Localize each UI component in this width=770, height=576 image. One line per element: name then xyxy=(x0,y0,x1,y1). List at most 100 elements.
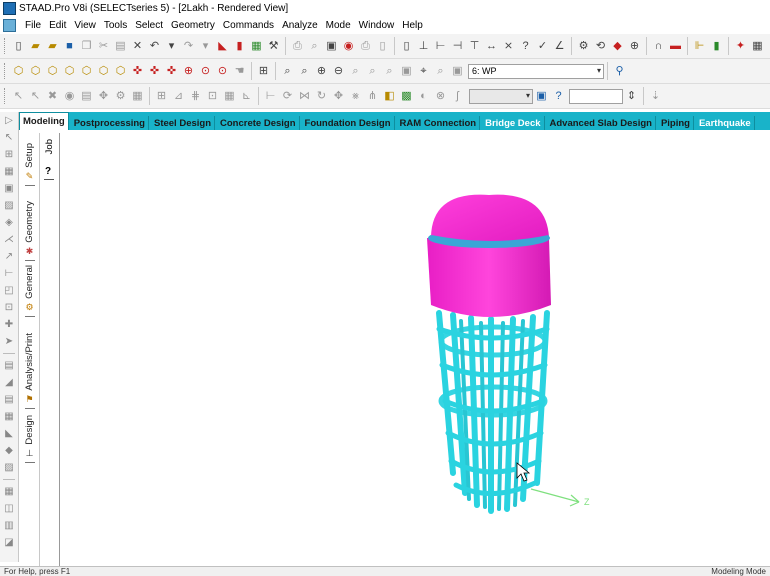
delete-load-icon[interactable]: ▮ xyxy=(232,39,247,54)
beam-icon[interactable]: ⊥ xyxy=(416,39,431,54)
right-view-icon[interactable]: ⬡ xyxy=(79,64,94,79)
result-select-icon[interactable]: ▨ xyxy=(3,461,16,474)
iso-view-icon[interactable]: ⬡ xyxy=(11,64,26,79)
tab-postprocessing[interactable]: Postprocessing xyxy=(71,116,149,130)
open-folder-icon[interactable]: ▰ xyxy=(45,39,60,54)
toolbar-grip[interactable] xyxy=(4,63,7,79)
tab-foundation-design[interactable]: Foundation Design xyxy=(302,116,395,130)
scale-icon[interactable]: ⊩ xyxy=(692,39,707,54)
scale-input[interactable] xyxy=(569,88,623,104)
tab-earthquake[interactable]: Earthquake xyxy=(696,116,755,130)
menu-edit[interactable]: Edit xyxy=(45,20,70,31)
top-view-icon[interactable]: ⬡ xyxy=(96,64,111,79)
nodes-select-icon[interactable]: ▤ xyxy=(3,359,16,372)
structure-wizard-icon[interactable]: ⚙ xyxy=(576,39,591,54)
toolbar-grip[interactable] xyxy=(4,38,7,54)
view-4-icon[interactable]: ◪ xyxy=(3,536,16,549)
plate-select-icon[interactable]: ▤ xyxy=(3,393,16,406)
open-file-icon[interactable]: ▰ xyxy=(28,39,43,54)
nodes-icon[interactable]: ⊞ xyxy=(3,148,16,161)
down-arrow-icon[interactable]: ⇣ xyxy=(648,89,663,104)
property-icon[interactable]: ◧ xyxy=(382,89,397,104)
view-2-icon[interactable]: ◫ xyxy=(3,502,16,515)
print-window-icon[interactable]: ⎙ xyxy=(358,39,373,54)
rotate-left-icon[interactable]: ✜ xyxy=(164,64,179,79)
load-select-icon[interactable]: ◣ xyxy=(3,427,16,440)
job-tab-label[interactable]: Job xyxy=(44,139,55,154)
select-icon[interactable]: ▷ xyxy=(3,114,16,127)
undo-list-icon[interactable]: ▾ xyxy=(164,39,179,54)
report-icon[interactable]: ▣ xyxy=(324,39,339,54)
menu-file[interactable]: File xyxy=(21,20,45,31)
insert-node-icon[interactable]: ⊾ xyxy=(239,89,254,104)
redo-icon[interactable]: ↷ xyxy=(181,39,196,54)
design-select-icon[interactable]: ◆ xyxy=(3,444,16,457)
document-icon[interactable] xyxy=(3,19,16,32)
magnify-icon[interactable]: ⌖ xyxy=(416,64,431,79)
beams-icon[interactable]: ▦ xyxy=(3,165,16,178)
page-setup-icon[interactable]: ▯ xyxy=(399,39,414,54)
help-context-icon[interactable]: ✦ xyxy=(733,39,748,54)
mirror-icon[interactable]: ⋈ xyxy=(297,89,312,104)
rotate-down-icon[interactable]: ✜ xyxy=(147,64,162,79)
tab-advanced-slab-design[interactable]: Advanced Slab Design xyxy=(547,116,656,130)
solids-cursor-icon[interactable]: ✥ xyxy=(96,89,111,104)
redo-list-icon[interactable]: ▾ xyxy=(198,39,213,54)
side-tab-analysis-print[interactable]: Analysis/Print ⚑ xyxy=(20,333,39,409)
run-analysis-icon[interactable]: ▮ xyxy=(709,39,724,54)
edit-load-icon[interactable]: ▣ xyxy=(534,89,549,104)
side-tab-general[interactable]: General ⚙ xyxy=(20,265,39,317)
tab-concrete-design[interactable]: Concrete Design xyxy=(217,116,300,130)
tab-piping[interactable]: Piping xyxy=(658,116,694,130)
beam-select-icon[interactable]: ◢ xyxy=(3,376,16,389)
tab-bridge-deck[interactable]: Bridge Deck xyxy=(482,116,545,130)
dimension-icon[interactable]: ↔ xyxy=(484,39,499,54)
hammer-icon[interactable]: ⚒ xyxy=(266,39,281,54)
spin-left-icon[interactable]: ⊙ xyxy=(198,64,213,79)
property-select-icon[interactable]: ▦ xyxy=(3,410,16,423)
side-tab-design[interactable]: Design ⊥ xyxy=(20,415,39,463)
load-geom-icon[interactable]: ⊗ xyxy=(433,89,448,104)
copy-icon[interactable]: ❐ xyxy=(79,39,94,54)
group-icon[interactable]: ◰ xyxy=(3,284,16,297)
menu-tools[interactable]: Tools xyxy=(100,20,131,31)
label-icon[interactable]: ʃ xyxy=(450,89,465,104)
help-icon[interactable]: ? xyxy=(551,89,566,104)
spec-icon[interactable]: ▩ xyxy=(399,89,414,104)
view-3-icon[interactable]: ▥ xyxy=(3,519,16,532)
help-icon[interactable]: ? xyxy=(45,166,51,177)
mesh-icon[interactable]: ⊡ xyxy=(3,301,16,314)
solids-icon[interactable]: ▨ xyxy=(3,199,16,212)
menu-commands[interactable]: Commands xyxy=(219,20,278,31)
workplane-select[interactable]: 6: WP ▾ xyxy=(468,63,604,79)
pointer-icon[interactable]: ↖ xyxy=(3,131,16,144)
structure-icon[interactable]: ▦ xyxy=(249,39,264,54)
rendered-view[interactable]: Z xyxy=(61,133,770,566)
tab-ram-connection[interactable]: RAM Connection xyxy=(397,116,481,130)
zoom-in-icon[interactable]: ⊕ xyxy=(314,64,329,79)
physical-members-icon[interactable]: ▦ xyxy=(130,89,145,104)
cursor-icon[interactable]: ↖ xyxy=(11,89,26,104)
zoom-out-icon[interactable]: ⊖ xyxy=(331,64,346,79)
dynamic-view-icon[interactable]: ▣ xyxy=(399,64,414,79)
table-icon[interactable]: ▦ xyxy=(222,89,237,104)
move-icon[interactable]: ✥ xyxy=(331,89,346,104)
plates-icon[interactable]: ▣ xyxy=(3,182,16,195)
view-1-icon[interactable]: ▦ xyxy=(3,485,16,498)
add-plate-icon[interactable]: ⊿ xyxy=(171,89,186,104)
zoom-previous-icon[interactable]: ⌕ xyxy=(348,64,363,79)
print-preview-icon[interactable]: ⌕ xyxy=(307,39,322,54)
zoom-dynamic-icon[interactable]: ⌕ xyxy=(297,64,312,79)
rotate-right-icon[interactable]: ⊕ xyxy=(181,64,196,79)
add-node-icon[interactable]: ⋕ xyxy=(188,89,203,104)
display-options-icon[interactable]: ▣ xyxy=(450,64,465,79)
line-icon[interactable]: ↗ xyxy=(3,250,16,263)
beams-cursor-icon[interactable]: ✖ xyxy=(45,89,60,104)
zoom-extents-icon[interactable]: ⌕ xyxy=(365,64,380,79)
support-icon[interactable]: ⊤ xyxy=(467,39,482,54)
support-geom-icon[interactable]: ◐ xyxy=(416,89,431,104)
release-icon[interactable]: ⨯ xyxy=(501,39,516,54)
front-view-icon[interactable]: ⬡ xyxy=(28,64,43,79)
load-case-select[interactable]: ▾ xyxy=(469,88,533,104)
menu-mode[interactable]: Mode xyxy=(322,20,355,31)
